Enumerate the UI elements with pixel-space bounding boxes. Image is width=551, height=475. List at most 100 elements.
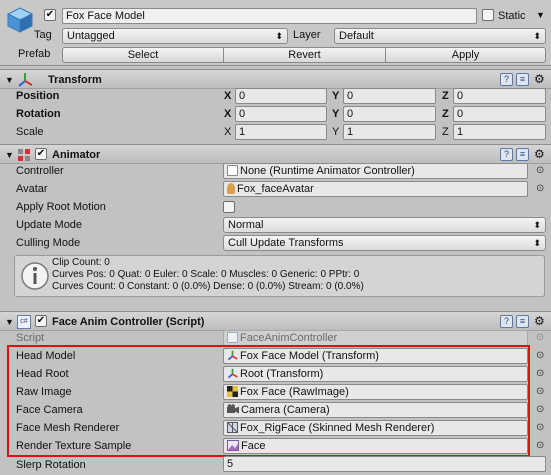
object-picker-icon[interactable]: ⊙ [536,166,544,176]
scale-y-field[interactable]: 1 [343,124,436,140]
script-icon: c# [17,315,31,329]
animator-title: Animator [52,149,101,161]
update-mode-label: Update Mode [16,219,83,231]
axis-x-label: X [224,126,232,138]
object-picker-icon[interactable]: ⊙ [536,184,544,194]
slerp-rotation-label: Slerp Rotation [16,459,86,471]
axis-x-label: X [224,90,232,102]
static-label: Static [498,10,526,22]
script-label: Script [16,332,45,344]
foldout-arrow-icon[interactable]: ▼ [5,150,14,160]
position-y-field[interactable]: 0 [343,88,436,104]
axis-z-label: Z [442,126,449,138]
gameobject-name-field[interactable]: Fox Face Model [62,8,477,24]
controller-field[interactable]: None (Runtime Animator Controller) [223,163,528,179]
document-icon [227,165,238,176]
script-value: FaceAnimController [240,332,338,344]
tag-dropdown[interactable]: Untagged ⬍ [62,28,288,44]
object-picker-icon[interactable]: ⊙ [536,351,544,361]
preset-icon[interactable]: ≡ [516,73,529,86]
gameobject-cube-icon [6,7,34,33]
object-picker-icon[interactable]: ⊙ [536,423,544,433]
script-file-icon [227,332,238,343]
script-field: FaceAnimController [223,330,528,346]
scale-x-field[interactable]: 1 [235,124,327,140]
update-mode-dropdown[interactable]: Normal ⬍ [223,217,546,233]
axis-y-label: Y [332,108,340,120]
position-z-field[interactable]: 0 [453,88,546,104]
rotation-z-field[interactable]: 0 [453,106,546,122]
highlight-box [7,345,530,457]
tag-label: Tag [34,29,52,41]
help-book-icon[interactable]: ? [500,148,513,161]
face-anim-title: Face Anim Controller (Script) [52,316,205,328]
position-label: Position [16,90,60,102]
culling-mode-dropdown[interactable]: Cull Update Transforms ⬍ [223,235,546,251]
object-picker-icon: ⊙ [536,332,545,343]
info-line-clip-count: Clip Count: 0 [52,257,110,268]
layer-value: Default [339,30,374,42]
apply-root-motion-checkbox[interactable] [223,201,235,213]
prefab-apply-button[interactable]: Apply [385,47,546,63]
animator-enabled-checkbox[interactable]: ✔ [35,148,47,160]
static-checkbox[interactable] [482,9,494,21]
slerp-rotation-field[interactable]: 5 [223,456,546,472]
dropdown-arrows-icon: ⬍ [533,238,541,248]
prefab-revert-button[interactable]: Revert [223,47,386,63]
preset-icon[interactable]: ≡ [516,148,529,161]
gear-icon[interactable]: ⚙ [534,315,545,327]
axis-y-label: Y [332,126,340,138]
rotation-x-field[interactable]: 0 [235,106,327,122]
animator-info-box: Clip Count: 0 Curves Pos: 0 Quat: 0 Eule… [14,255,545,297]
avatar-field[interactable]: Fox_faceAvatar [223,181,528,197]
foldout-arrow-icon[interactable]: ▼ [5,75,14,85]
gameobject-header: ✔ Fox Face Model Static ▼ Tag Untagged ⬍… [0,0,551,66]
object-picker-icon[interactable]: ⊙ [536,387,544,397]
animator-icon [18,149,30,161]
culling-mode-label: Culling Mode [16,237,81,249]
object-picker-icon[interactable]: ⊙ [536,369,544,379]
controller-value: None (Runtime Animator Controller) [240,165,415,177]
dropdown-arrows-icon: ⬍ [533,220,541,230]
controller-label: Controller [16,165,64,177]
apply-root-motion-label: Apply Root Motion [16,201,106,213]
avatar-value: Fox_faceAvatar [237,183,314,195]
info-icon [21,262,49,290]
axis-x-label: X [224,108,232,120]
gear-icon[interactable]: ⚙ [534,148,545,160]
axis-z-label: Z [442,90,449,102]
object-picker-icon[interactable]: ⊙ [536,441,544,451]
info-line-curves-count: Curves Count: 0 Constant: 0 (0.0%) Dense… [52,281,364,292]
help-book-icon[interactable]: ? [500,73,513,86]
layer-dropdown[interactable]: Default ⬍ [334,28,546,44]
rotation-y-field[interactable]: 0 [343,106,436,122]
prefab-select-button[interactable]: Select [62,47,224,63]
help-book-icon[interactable]: ? [500,315,513,328]
rotation-label: Rotation [16,108,61,120]
avatar-label: Avatar [16,183,48,195]
static-dropdown-arrow-icon[interactable]: ▼ [536,10,545,20]
preset-icon[interactable]: ≡ [516,315,529,328]
culling-mode-value: Cull Update Transforms [228,237,344,249]
scale-label: Scale [16,126,44,138]
avatar-icon [227,183,235,194]
axis-y-label: Y [332,90,340,102]
gear-icon[interactable]: ⚙ [534,73,545,85]
scale-z-field[interactable]: 1 [453,124,546,140]
active-checkbox[interactable]: ✔ [44,9,56,21]
face-anim-enabled-checkbox[interactable]: ✔ [35,315,47,327]
animator-header[interactable]: ▼ ✔ Animator ? ≡ ⚙ [0,144,551,164]
transform-icon [18,73,33,87]
position-x-field[interactable]: 0 [235,88,327,104]
transform-title: Transform [48,74,102,86]
dropdown-arrows-icon: ⬍ [533,31,541,41]
update-mode-value: Normal [228,219,264,231]
dropdown-arrows-icon: ⬍ [275,31,283,41]
layer-label: Layer [293,29,321,41]
prefab-label: Prefab [18,48,51,60]
axis-z-label: Z [442,108,449,120]
foldout-arrow-icon[interactable]: ▼ [5,317,14,327]
transform-header[interactable]: ▼ Transform ? ≡ ⚙ [0,69,551,89]
object-picker-icon[interactable]: ⊙ [536,405,544,415]
face-anim-header[interactable]: ▼ c# ✔ Face Anim Controller (Script) ? ≡… [0,311,551,331]
